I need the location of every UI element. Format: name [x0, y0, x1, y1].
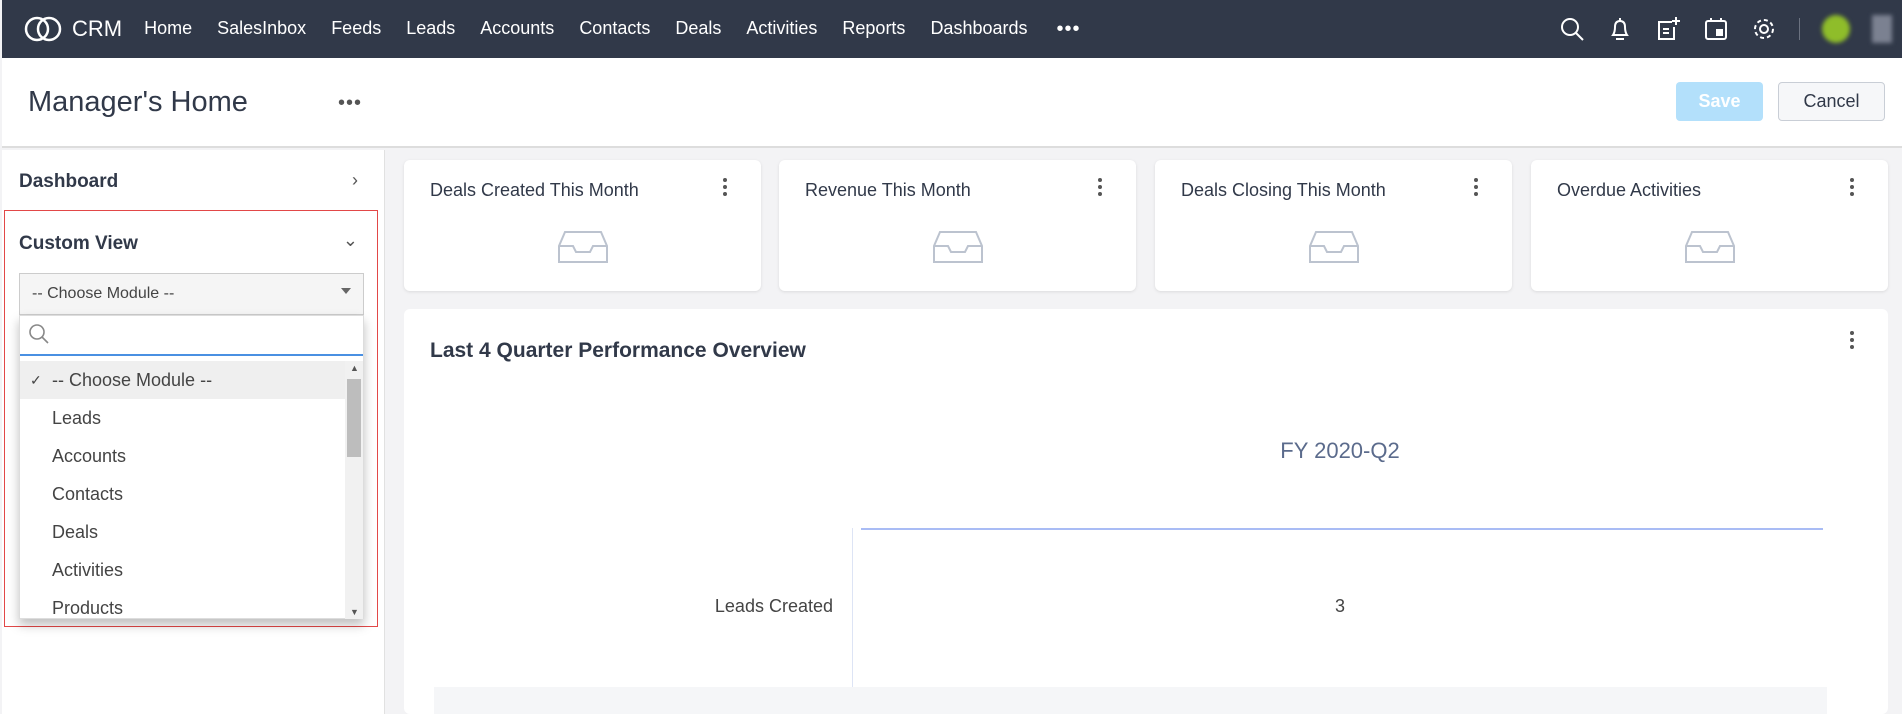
panel-title: Last 4 Quarter Performance Overview — [430, 339, 806, 362]
option-products[interactable]: Products — [20, 589, 346, 627]
nav-leads[interactable]: Leads — [406, 18, 455, 41]
kebab-menu-icon[interactable] — [1474, 178, 1478, 199]
cancel-button[interactable]: Cancel — [1778, 82, 1885, 121]
scrollbar-thumb[interactable] — [347, 379, 361, 457]
search-icon[interactable] — [1559, 16, 1585, 42]
row-value: 3 — [1334, 596, 1346, 616]
nav-contacts[interactable]: Contacts — [579, 18, 650, 41]
option-activities[interactable]: Activities — [20, 551, 346, 589]
empty-inbox-icon — [1309, 231, 1359, 263]
option-label: Contacts — [52, 483, 124, 504]
nav-reports[interactable]: Reports — [842, 18, 905, 41]
card-title: Deals Closing This Month — [1181, 180, 1386, 200]
kebab-menu-icon[interactable] — [1850, 331, 1854, 352]
option-label: Products — [52, 597, 124, 618]
option-label: Deals — [52, 521, 99, 542]
nav-dashboards[interactable]: Dashboards — [930, 18, 1027, 41]
scroll-up-icon[interactable]: ▲ — [350, 363, 359, 373]
option-deals[interactable]: Deals — [20, 513, 346, 551]
option-leads[interactable]: Leads — [20, 399, 346, 437]
nav-activities[interactable]: Activities — [746, 18, 817, 41]
next-row-band — [434, 687, 1827, 714]
kebab-menu-icon[interactable] — [1098, 178, 1102, 199]
nav-home[interactable]: Home — [144, 18, 192, 41]
card-title: Deals Created This Month — [430, 180, 639, 200]
caret-down-icon — [341, 288, 351, 294]
dropdown-scrollbar[interactable]: ▲ ▼ — [345, 361, 363, 619]
option-label: Activities — [52, 559, 124, 580]
option-label: -- Choose Module -- — [52, 369, 213, 390]
card-deals-closing: Deals Closing This Month — [1155, 160, 1512, 291]
module-select[interactable]: -- Choose Module -- — [19, 273, 364, 315]
nav-deals[interactable]: Deals — [675, 18, 721, 41]
kebab-menu-icon[interactable] — [1850, 178, 1854, 199]
card-deals-created: Deals Created This Month — [404, 160, 761, 291]
option-choose-module[interactable]: ✓ -- Choose Module -- — [20, 361, 346, 399]
save-button[interactable]: Save — [1676, 82, 1763, 121]
user-avatar[interactable] — [1822, 15, 1850, 43]
page-title: Manager's Home — [28, 86, 248, 118]
empty-inbox-icon — [1685, 231, 1735, 263]
card-title: Revenue This Month — [805, 180, 971, 200]
scroll-down-icon[interactable]: ▼ — [350, 607, 359, 617]
page-menu-button[interactable]: ••• — [338, 92, 362, 115]
nav-accounts[interactable]: Accounts — [480, 18, 554, 41]
kebab-menu-icon[interactable] — [723, 178, 727, 199]
calendar-icon[interactable] — [1703, 16, 1729, 42]
nav-divider — [1799, 18, 1800, 40]
crm-logo-icon — [24, 16, 62, 42]
bell-icon[interactable] — [1607, 16, 1633, 42]
chevron-right-icon[interactable]: › — [352, 170, 358, 191]
empty-inbox-icon — [933, 231, 983, 263]
quarter-performance-panel: Last 4 Quarter Performance Overview FY 2… — [404, 309, 1888, 714]
app-switcher-icon[interactable] — [1872, 15, 1892, 43]
page-header: Manager's Home ••• Save Cancel — [2, 58, 1902, 148]
search-icon — [29, 324, 49, 344]
card-revenue: Revenue This Month — [779, 160, 1136, 291]
sidebar-dashboard[interactable]: Dashboard — [19, 171, 118, 193]
crm-logo[interactable]: CRM — [24, 14, 122, 44]
option-label: Leads — [52, 407, 102, 428]
add-note-icon[interactable] — [1655, 16, 1681, 42]
nav-more[interactable]: ••• — [1057, 18, 1081, 41]
nav-salesinbox[interactable]: SalesInbox — [217, 18, 306, 41]
empty-inbox-icon — [558, 231, 608, 263]
period-label: FY 2020-Q2 — [1280, 438, 1400, 463]
column-header-line — [861, 528, 1823, 530]
module-dropdown: ✓ -- Choose Module -- Leads Accounts Cont… — [19, 315, 364, 619]
top-nav: CRM Home SalesInbox Feeds Leads Accounts… — [2, 0, 1902, 58]
row-label: Leads Created — [714, 596, 833, 616]
settings-gear-icon[interactable] — [1751, 16, 1777, 42]
card-overdue-activities: Overdue Activities — [1531, 160, 1888, 291]
option-contacts[interactable]: Contacts — [20, 475, 346, 513]
dropdown-search[interactable] — [20, 316, 363, 356]
brand-name: CRM — [72, 16, 123, 41]
nav-feeds[interactable]: Feeds — [331, 18, 381, 41]
module-select-value: -- Choose Module -- — [32, 285, 175, 302]
card-title: Overdue Activities — [1557, 180, 1702, 200]
option-label: Accounts — [52, 445, 127, 466]
check-icon: ✓ — [30, 371, 42, 388]
option-accounts[interactable]: Accounts — [20, 437, 346, 475]
